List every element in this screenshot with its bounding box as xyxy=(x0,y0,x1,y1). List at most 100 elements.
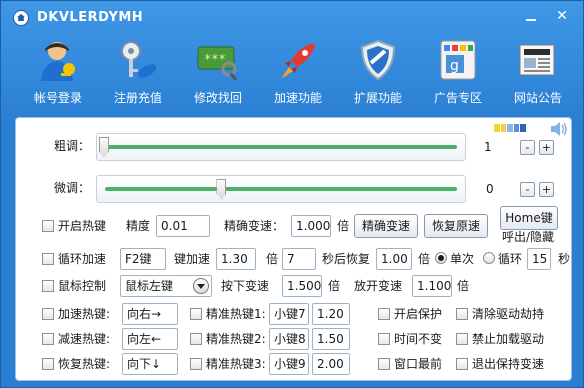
speedup-hotkey-checkbox[interactable] xyxy=(42,308,54,320)
shield-icon xyxy=(360,39,396,81)
coarse-plus-button[interactable]: + xyxy=(539,140,554,155)
restore-speed-button[interactable]: 恢复原速 xyxy=(424,214,488,238)
time-unchanged-label: 时间不变 xyxy=(394,332,443,346)
rocket-icon xyxy=(281,43,315,79)
toolbar-account-login-button[interactable]: 帐号登录 xyxy=(23,37,93,111)
close-button[interactable]: ✕ xyxy=(552,7,572,25)
press-speed-field[interactable]: 1.500 xyxy=(282,275,322,297)
fine-minus-button[interactable]: - xyxy=(520,182,535,197)
loop-speed-label: 循环加速 xyxy=(58,252,107,266)
enable-protection-label: 开启保护 xyxy=(394,307,443,321)
exact-speed-button[interactable]: 精确变速 xyxy=(354,214,418,238)
fine-plus-button[interactable]: + xyxy=(539,182,554,197)
chevron-down-icon[interactable] xyxy=(193,278,209,294)
precision-field[interactable]: 0.01 xyxy=(156,215,210,237)
keep-speed-on-exit-checkbox[interactable] xyxy=(456,358,468,370)
times-label: 倍 xyxy=(457,279,470,293)
key-speed-field[interactable]: 1.30 xyxy=(216,248,256,270)
call-hide-label: 呼出/隐藏 xyxy=(502,230,555,244)
exact-hotkey3-label: 精准热键3: xyxy=(206,357,266,371)
exact-hotkey3-key-field[interactable]: 小键9 xyxy=(269,353,309,375)
restore-hotkey-field[interactable]: 向下↓ xyxy=(122,353,178,375)
control-panel: 粗调： 1 - + 微调： 0 - + 开启热键 精度 0.01 精确变速： 1… xyxy=(15,117,572,381)
toolbar-register-recharge-button[interactable]: 注册充值 xyxy=(103,37,173,111)
toolbar-site-notice-button[interactable]: 网站公告 xyxy=(503,37,573,111)
coarse-slider[interactable] xyxy=(96,133,466,161)
password-search-icon: *** xyxy=(197,46,238,81)
toolbar-extend-function-button[interactable]: 扩展功能 xyxy=(343,37,413,111)
fine-label: 微调： xyxy=(54,181,91,195)
hotkey-row: 恢复热键: 向下↓ 精准热键3: 小键9 2.00 窗口最前 退出保持变速 xyxy=(16,352,573,376)
exact-hotkey1-value-field[interactable]: 1.20 xyxy=(312,303,350,325)
restore-value-field[interactable]: 1.00 xyxy=(376,248,412,270)
minimize-button[interactable] xyxy=(521,7,541,25)
exact-hotkey2-label: 精准热键2: xyxy=(206,332,266,346)
exact-hotkey3-checkbox[interactable] xyxy=(190,358,202,370)
coarse-label: 粗调： xyxy=(54,139,91,153)
exact-hotkey1-checkbox[interactable] xyxy=(190,308,202,320)
exact-hotkey1-key-field[interactable]: 小键7 xyxy=(269,303,309,325)
precision-label: 精度 xyxy=(126,219,151,233)
mouse-control-label: 鼠标控制 xyxy=(58,279,107,293)
fine-slider-thumb[interactable] xyxy=(216,179,227,199)
times-label: 倍 xyxy=(337,219,350,233)
toolbar-speed-function-button[interactable]: 加速功能 xyxy=(263,37,333,111)
fine-slider[interactable] xyxy=(96,175,466,203)
toolbar-label: 网站公告 xyxy=(513,91,562,105)
loop-speed-checkbox[interactable] xyxy=(42,253,54,265)
enable-hotkey-checkbox[interactable] xyxy=(42,220,54,232)
restore-seconds-field[interactable]: 7 xyxy=(282,248,316,270)
coarse-minus-button[interactable]: - xyxy=(520,140,535,155)
coarse-value: 1 xyxy=(484,140,492,154)
loop-key-field[interactable]: F2键 xyxy=(120,248,166,270)
exact-speed-label: 精确变速： xyxy=(224,219,285,233)
slowdown-hotkey-field[interactable]: 向左← xyxy=(122,328,178,350)
toolbar-ad-zone-button[interactable]: g 广告专区 xyxy=(423,37,493,111)
mouse-key-value: 鼠标左键 xyxy=(125,279,174,293)
svg-text:g: g xyxy=(450,58,459,74)
loop-seconds-field[interactable]: 15 xyxy=(527,248,551,270)
restore-hotkey-checkbox[interactable] xyxy=(42,358,54,370)
single-radio[interactable] xyxy=(435,252,447,264)
exact-hotkey3-value-field[interactable]: 2.00 xyxy=(312,353,350,375)
mouse-control-checkbox[interactable] xyxy=(42,280,54,292)
times-label: 倍 xyxy=(418,252,431,266)
slowdown-hotkey-checkbox[interactable] xyxy=(42,333,54,345)
volume-meter-icon xyxy=(494,124,526,132)
svg-text:***: *** xyxy=(204,52,226,66)
speedup-hotkey-field[interactable]: 向右→ xyxy=(122,303,178,325)
keep-speed-on-exit-label: 退出保持变速 xyxy=(472,357,545,371)
time-unchanged-checkbox[interactable] xyxy=(378,333,390,345)
times-label: 倍 xyxy=(266,252,279,266)
exact-hotkey2-checkbox[interactable] xyxy=(190,333,202,345)
times-label: 倍 xyxy=(328,279,341,293)
enable-protection-checkbox[interactable] xyxy=(378,308,390,320)
exact-hotkey2-key-field[interactable]: 小键8 xyxy=(269,328,309,350)
title-bar[interactable]: DKVLERDYMH ✕ xyxy=(1,1,583,33)
home-key-button[interactable]: Home键 xyxy=(500,206,558,230)
clear-driver-hijack-checkbox[interactable] xyxy=(456,308,468,320)
block-driver-load-checkbox[interactable] xyxy=(456,333,468,345)
loop-radio[interactable] xyxy=(483,252,495,264)
toolbar-label: 帐号登录 xyxy=(33,91,82,105)
toolbar-label: 广告专区 xyxy=(433,91,482,105)
release-speed-label: 放开变速 xyxy=(354,279,403,293)
toolbar: 帐号登录 注册充值 *** 修改找回 加速功能 扩展功能 g 广告专区 网站公告 xyxy=(1,37,583,111)
window-topmost-checkbox[interactable] xyxy=(378,358,390,370)
hotkey-row: 减速热键: 向左← 精准热键2: 小键8 1.50 时间不变 禁止加载驱动 xyxy=(16,327,573,351)
main-window: DKVLERDYMH ✕ 帐号登录 注册充值 *** 修改找回 加速功能 扩展功… xyxy=(0,0,584,388)
speedup-hotkey-label: 加速热键: xyxy=(58,307,111,321)
exact-speed-field[interactable]: 1.000 xyxy=(291,215,331,237)
window-topmost-label: 窗口最前 xyxy=(394,357,443,371)
exact-hotkey2-value-field[interactable]: 1.50 xyxy=(312,328,350,350)
toolbar-label: 加速功能 xyxy=(273,91,322,105)
toolbar-modify-recover-button[interactable]: *** 修改找回 xyxy=(183,37,253,111)
coarse-slider-thumb[interactable] xyxy=(99,137,109,157)
press-speed-label: 按下变速 xyxy=(221,279,270,293)
seconds-unit-label: 秒 xyxy=(558,252,571,266)
release-speed-field[interactable]: 1.100 xyxy=(412,275,452,297)
slowdown-hotkey-label: 减速热键: xyxy=(58,332,111,346)
toolbar-label: 修改找回 xyxy=(193,91,242,105)
fine-value: 0 xyxy=(486,182,494,196)
window-title: DKVLERDYMH xyxy=(37,10,144,25)
